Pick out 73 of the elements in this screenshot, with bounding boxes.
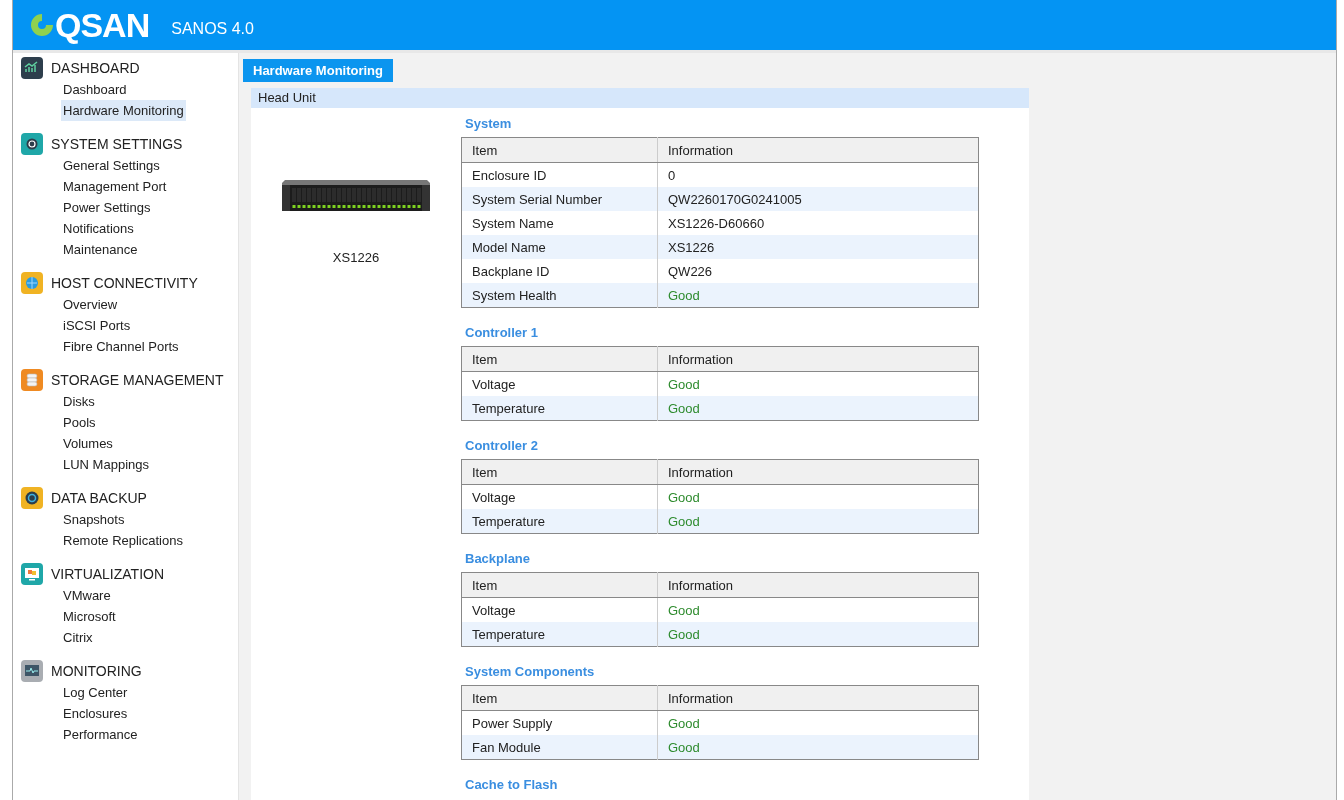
column-header: Item bbox=[461, 572, 658, 598]
section-title: MONITORING bbox=[51, 663, 142, 679]
table-cell: Temperature bbox=[461, 622, 658, 647]
table-cell: 0 bbox=[657, 162, 979, 187]
storage-icon bbox=[21, 369, 43, 391]
section-title: HOST CONNECTIVITY bbox=[51, 275, 198, 291]
logo-text: QSAN bbox=[55, 5, 150, 45]
sidebar-item[interactable]: Citrix bbox=[61, 627, 95, 648]
sidebar-item[interactable]: Maintenance bbox=[61, 239, 140, 260]
table-title: Cache to Flash bbox=[465, 777, 559, 793]
sidebar-item[interactable]: LUN Mappings bbox=[61, 454, 151, 475]
logo-ring-icon bbox=[29, 12, 55, 38]
sidebar-item[interactable]: Hardware Monitoring bbox=[61, 100, 186, 121]
sidebar-item[interactable]: Pools bbox=[61, 412, 98, 433]
sidebar-item[interactable]: Enclosures bbox=[61, 703, 130, 724]
table-cell: Good bbox=[657, 710, 979, 735]
sidebar-item[interactable]: Overview bbox=[61, 294, 120, 315]
device-name: XS1226 bbox=[332, 250, 380, 265]
table-title: System Components bbox=[465, 664, 596, 680]
table-title: Backplane bbox=[465, 551, 532, 567]
section-title: DATA BACKUP bbox=[51, 490, 147, 506]
dashboard-icon bbox=[21, 57, 43, 79]
table-cell: Good bbox=[657, 484, 979, 509]
column-header: Item bbox=[461, 346, 658, 372]
table-cell: Fan Module bbox=[461, 735, 658, 760]
sidebar-item[interactable]: Microsoft bbox=[61, 606, 118, 627]
table-cell: QW226 bbox=[657, 259, 979, 283]
table-cell: Good bbox=[657, 371, 979, 396]
table-cell: Temperature bbox=[461, 396, 658, 421]
column-header: Information bbox=[657, 459, 979, 485]
sidebar-item[interactable]: Volumes bbox=[61, 433, 115, 454]
column-header: Item bbox=[461, 685, 658, 711]
sidebar-item[interactable]: Remote Replications bbox=[61, 530, 185, 551]
sidebar-item[interactable]: Log Center bbox=[61, 682, 130, 703]
section-title: VIRTUALIZATION bbox=[51, 566, 165, 582]
table-cell: XS1226-D60660 bbox=[657, 211, 979, 235]
product-version: SANOS 4.0 bbox=[171, 20, 254, 38]
table-cell: System Health bbox=[461, 283, 658, 308]
table-title: System bbox=[465, 116, 513, 132]
virtualization-icon bbox=[21, 563, 43, 585]
backup-icon bbox=[21, 487, 43, 509]
table-title: Controller 1 bbox=[465, 325, 539, 341]
table-cell: Good bbox=[657, 622, 979, 647]
sidebar-item[interactable]: Dashboard bbox=[61, 79, 129, 100]
column-header: Information bbox=[657, 346, 979, 372]
table-cell: Good bbox=[657, 509, 979, 534]
sidebar-item[interactable]: VMware bbox=[61, 585, 113, 606]
sidebar-item[interactable]: Performance bbox=[61, 724, 140, 745]
sidebar-item[interactable]: Disks bbox=[61, 391, 97, 412]
sidebar-item[interactable]: iSCSI Ports bbox=[61, 315, 133, 336]
table-cell: Good bbox=[657, 396, 979, 421]
table-cell: Good bbox=[657, 597, 979, 622]
sidebar-item[interactable]: Fibre Channel Ports bbox=[61, 336, 181, 357]
sidebar-item[interactable]: General Settings bbox=[61, 155, 162, 176]
panel-header: Head Unit bbox=[251, 88, 1029, 108]
sidebar-item[interactable]: Snapshots bbox=[61, 509, 127, 530]
host-icon bbox=[21, 272, 43, 294]
sidebar-item[interactable]: Notifications bbox=[61, 218, 136, 239]
table-title: Controller 2 bbox=[465, 438, 539, 454]
table-cell: Temperature bbox=[461, 509, 658, 534]
section-title: SYSTEM SETTINGS bbox=[51, 136, 183, 152]
column-header: Item bbox=[461, 137, 658, 163]
column-header: Information bbox=[657, 685, 979, 711]
settings-icon bbox=[21, 133, 43, 155]
column-header: Information bbox=[657, 572, 979, 598]
table-cell: Good bbox=[657, 735, 979, 760]
section-title: DASHBOARD bbox=[51, 60, 140, 76]
sidebar-item[interactable]: Management Port bbox=[61, 176, 169, 197]
monitoring-icon bbox=[21, 660, 43, 682]
column-header: Information bbox=[657, 137, 979, 163]
sidebar-item[interactable]: Power Settings bbox=[61, 197, 153, 218]
section-title: STORAGE MANAGEMENT bbox=[51, 372, 224, 388]
column-header: Item bbox=[461, 459, 658, 485]
